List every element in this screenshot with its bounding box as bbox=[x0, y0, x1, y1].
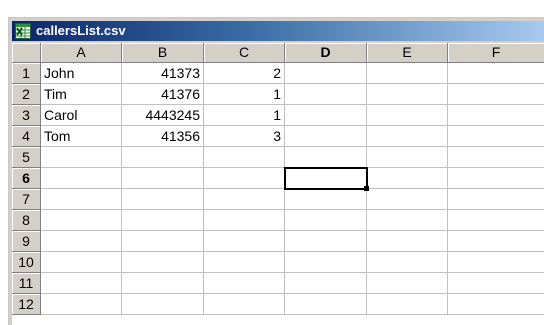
cell-d1[interactable] bbox=[285, 63, 367, 84]
row-header-11[interactable]: 11 bbox=[12, 273, 41, 294]
cell-e6[interactable] bbox=[367, 168, 448, 189]
cell-d10[interactable] bbox=[285, 252, 367, 273]
cell-b2[interactable]: 41376 bbox=[122, 84, 204, 105]
column-header-c[interactable]: C bbox=[204, 43, 285, 63]
row-header-1[interactable]: 1 bbox=[12, 63, 41, 84]
cell-b9[interactable] bbox=[122, 231, 204, 252]
cell-a9[interactable] bbox=[41, 231, 122, 252]
cell-f7[interactable] bbox=[448, 189, 544, 210]
cell-e12[interactable] bbox=[367, 294, 448, 315]
fill-handle[interactable] bbox=[364, 186, 369, 191]
cell-c9[interactable] bbox=[204, 231, 285, 252]
cell-e10[interactable] bbox=[367, 252, 448, 273]
cell-f5[interactable] bbox=[448, 147, 544, 168]
cell-c11[interactable] bbox=[204, 273, 285, 294]
spreadsheet-window: callersList.csv A B C D E F 1 John 41373 2 2 Tim 413… bbox=[8, 17, 544, 325]
title-bar[interactable]: callersList.csv bbox=[12, 21, 544, 41]
cell-a12[interactable] bbox=[41, 294, 122, 315]
row-header-5[interactable]: 5 bbox=[12, 147, 41, 168]
cell-c5[interactable] bbox=[204, 147, 285, 168]
excel-icon bbox=[15, 23, 31, 39]
cell-b6[interactable] bbox=[122, 168, 204, 189]
cell-f8[interactable] bbox=[448, 210, 544, 231]
row-header-10[interactable]: 10 bbox=[12, 252, 41, 273]
cell-c10[interactable] bbox=[204, 252, 285, 273]
cell-f6[interactable] bbox=[448, 168, 544, 189]
cell-a2[interactable]: Tim bbox=[41, 84, 122, 105]
cell-b10[interactable] bbox=[122, 252, 204, 273]
cell-d9[interactable] bbox=[285, 231, 367, 252]
select-all-corner[interactable] bbox=[12, 43, 41, 63]
cell-d12[interactable] bbox=[285, 294, 367, 315]
cell-c8[interactable] bbox=[204, 210, 285, 231]
cell-e5[interactable] bbox=[367, 147, 448, 168]
cell-d7[interactable] bbox=[285, 189, 367, 210]
cell-f12[interactable] bbox=[448, 294, 544, 315]
cell-a4[interactable]: Tom bbox=[41, 126, 122, 147]
row-header-8[interactable]: 8 bbox=[12, 210, 41, 231]
cell-a6[interactable] bbox=[41, 168, 122, 189]
cell-d8[interactable] bbox=[285, 210, 367, 231]
cell-b12[interactable] bbox=[122, 294, 204, 315]
cell-d4[interactable] bbox=[285, 126, 367, 147]
cell-f9[interactable] bbox=[448, 231, 544, 252]
cell-c7[interactable] bbox=[204, 189, 285, 210]
cell-e2[interactable] bbox=[367, 84, 448, 105]
cell-f1[interactable] bbox=[448, 63, 544, 84]
cell-b3[interactable]: 4443245 bbox=[122, 105, 204, 126]
cell-b8[interactable] bbox=[122, 210, 204, 231]
spreadsheet-grid[interactable]: A B C D E F 1 John 41373 2 2 Tim 41376 1 3 Carol 4443245… bbox=[12, 43, 544, 325]
cell-b11[interactable] bbox=[122, 273, 204, 294]
row-header-4[interactable]: 4 bbox=[12, 126, 41, 147]
column-header-e[interactable]: E bbox=[367, 43, 448, 63]
cell-c3[interactable]: 1 bbox=[204, 105, 285, 126]
cell-f3[interactable] bbox=[448, 105, 544, 126]
cell-c2[interactable]: 1 bbox=[204, 84, 285, 105]
cell-e3[interactable] bbox=[367, 105, 448, 126]
cell-d3[interactable] bbox=[285, 105, 367, 126]
cell-f11[interactable] bbox=[448, 273, 544, 294]
cell-a10[interactable] bbox=[41, 252, 122, 273]
cell-e1[interactable] bbox=[367, 63, 448, 84]
row-header-9[interactable]: 9 bbox=[12, 231, 41, 252]
window-title: callersList.csv bbox=[36, 23, 126, 38]
cell-a7[interactable] bbox=[41, 189, 122, 210]
cell-a3[interactable]: Carol bbox=[41, 105, 122, 126]
column-header-a[interactable]: A bbox=[41, 43, 122, 63]
cell-a8[interactable] bbox=[41, 210, 122, 231]
cell-a1[interactable]: John bbox=[41, 63, 122, 84]
column-header-f[interactable]: F bbox=[448, 43, 544, 63]
cell-c12[interactable] bbox=[204, 294, 285, 315]
cell-a5[interactable] bbox=[41, 147, 122, 168]
cell-b5[interactable] bbox=[122, 147, 204, 168]
row-header-3[interactable]: 3 bbox=[12, 105, 41, 126]
row-header-7[interactable]: 7 bbox=[12, 189, 41, 210]
cell-c1[interactable]: 2 bbox=[204, 63, 285, 84]
cell-f2[interactable] bbox=[448, 84, 544, 105]
row-header-2[interactable]: 2 bbox=[12, 84, 41, 105]
cell-e8[interactable] bbox=[367, 210, 448, 231]
cell-e7[interactable] bbox=[367, 189, 448, 210]
cell-e4[interactable] bbox=[367, 126, 448, 147]
cell-f10[interactable] bbox=[448, 252, 544, 273]
row-header-12[interactable]: 12 bbox=[12, 294, 41, 315]
selected-cell-border bbox=[284, 167, 368, 190]
cell-c6[interactable] bbox=[204, 168, 285, 189]
cell-d2[interactable] bbox=[285, 84, 367, 105]
row-header-6[interactable]: 6 bbox=[12, 168, 41, 189]
cell-d11[interactable] bbox=[285, 273, 367, 294]
cell-c4[interactable]: 3 bbox=[204, 126, 285, 147]
cell-a11[interactable] bbox=[41, 273, 122, 294]
cell-e11[interactable] bbox=[367, 273, 448, 294]
cell-f4[interactable] bbox=[448, 126, 544, 147]
cell-b7[interactable] bbox=[122, 189, 204, 210]
column-header-d[interactable]: D bbox=[285, 43, 367, 63]
cell-b1[interactable]: 41373 bbox=[122, 63, 204, 84]
cell-b4[interactable]: 41356 bbox=[122, 126, 204, 147]
cell-e9[interactable] bbox=[367, 231, 448, 252]
cell-d5[interactable] bbox=[285, 147, 367, 168]
column-header-b[interactable]: B bbox=[122, 43, 204, 63]
